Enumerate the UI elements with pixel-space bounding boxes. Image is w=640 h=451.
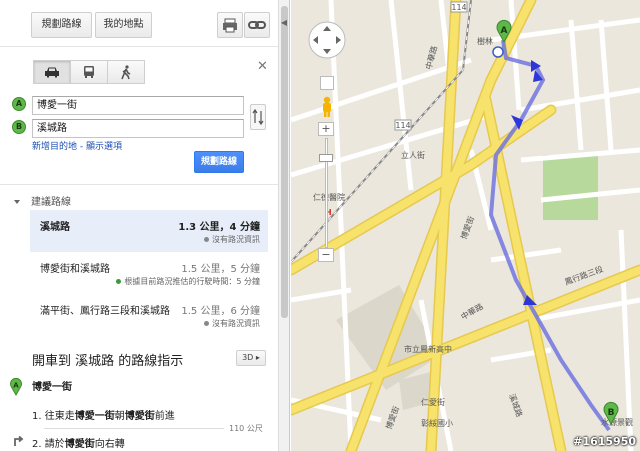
step-suffix: 前進 [154,411,175,422]
map-canvas[interactable]: 114 114 中華路 中華路 博愛街 博愛街 鳳行路三段 溪城路 立人街 仁德… [291,0,640,451]
route-note: 沒有路況資訊 [204,234,260,245]
direction-step[interactable]: 2. 請於博愛街向右轉 [32,435,125,450]
traffic-dot-icon [204,321,209,326]
map-label: 114 [451,3,466,12]
car-icon [45,67,59,78]
route-stats: 1.5 公里，5 分鐘 [181,264,260,275]
suggested-routes-heading[interactable]: 建議路線 [14,193,71,208]
park-area [543,155,598,220]
link-separator: - [77,142,86,152]
link-button[interactable] [244,12,270,38]
route-note: 根據目前路況推估的行駛時間：5 分鐘 [116,276,260,287]
map-view[interactable]: 114 114 中華路 中華路 博愛街 博愛街 鳳行路三段 溪城路 立人街 仁德… [291,0,640,451]
step-distance: 110 公尺 [229,424,263,433]
swap-arrows-icon [252,108,264,126]
my-places-button[interactable]: 我的地點 [95,12,152,38]
route-option[interactable]: 滿平街、鳳行路三段和溪城路 1.5 公里，6 分鐘 沒有路況資訊 [30,294,268,336]
map-label: 114 [395,121,410,130]
svg-text:B: B [608,408,615,418]
directions-panel: 規劃路線 我的地點 ✕ A 博愛一街 B 溪城路 新增目的地 - 顯示選項 規劃… [0,0,278,451]
step-road: 博愛街 [64,439,95,450]
svg-text:A: A [501,26,508,36]
route-name: 溪城路 [40,222,70,233]
map-label: 仁愛街 [421,397,445,407]
mode-driving[interactable] [33,60,71,84]
bus-icon [84,66,94,78]
link-icon [248,21,266,29]
route-note-text: 沒有路況資訊 [212,319,260,328]
start-location: 博愛一街 [32,382,72,393]
route-name: 滿平街、鳳行路三段和溪城路 [40,306,170,317]
train-station-icon [492,46,504,58]
route-note-text: 根據目前路況推估的行駛時間：5 分鐘 [124,277,260,286]
traffic-dot-icon [116,279,122,284]
map-label: 樹林 [477,36,493,46]
pegman-icon[interactable] [319,96,335,118]
svg-text:A: A [13,382,19,390]
get-directions-button[interactable]: 規劃路線 [31,12,92,38]
collapse-panel-icon[interactable]: ◀ [278,18,290,27]
traffic-dot-icon [204,237,209,242]
swap-button[interactable] [250,104,266,130]
step-suffix: 向右轉 [94,439,125,450]
divider [0,46,278,47]
map-label: 仁德醫院 [313,192,345,202]
marker-a-icon: A [12,97,26,111]
view-3d-button[interactable]: 3D ▸ [236,350,266,366]
watermark: #1615950 [573,435,636,448]
route-note: 沒有路況資訊 [204,318,260,329]
collapse-triangle-icon [14,200,20,204]
step-mid: 朝 [114,411,125,422]
travel-mode-selector [33,60,145,84]
step-prefix: 1. 往東走 [32,411,75,422]
map-label: 水源景觀 [601,417,633,427]
marker-b-icon: B [12,120,26,134]
print-button[interactable] [217,12,243,38]
turn-right-icon [14,435,24,446]
print-icon [223,18,237,33]
route-option[interactable]: 溪城路 1.3 公里，4 分鐘 沒有路況資訊 [30,210,268,252]
distance-rule [44,428,224,429]
start-pin-icon: A [10,378,22,396]
pan-control[interactable] [307,20,347,60]
origin-input[interactable]: 博愛一街 [32,96,244,115]
show-options-link[interactable]: 顯示選項 [86,142,122,152]
map-label: 彰綏國小 [421,418,453,428]
panel-scrollbar[interactable] [278,0,290,451]
zoom-in-button[interactable]: + [318,122,334,136]
zoom-slider-handle[interactable] [319,154,333,162]
form-links: 新增目的地 - 顯示選項 [32,139,122,152]
route-option[interactable]: 博愛街和溪城路 1.5 公里，5 分鐘 根據目前路況推估的行駛時間：5 分鐘 [30,252,268,294]
route-name: 博愛街和溪城路 [40,264,110,275]
destination-input[interactable]: 溪城路 [32,119,244,138]
divider [0,184,278,185]
mode-transit[interactable] [70,60,108,84]
suggested-routes-label: 建議路線 [31,197,71,208]
walking-icon [121,64,131,79]
map-label: 市立鳳新高中 [404,344,452,354]
route-note-text: 沒有路況資訊 [212,235,260,244]
mode-walking[interactable] [107,60,145,84]
scrollbar-thumb[interactable] [281,6,288,318]
direction-step[interactable]: 1. 往東走博愛一街朝博愛街前進 [32,407,175,422]
close-icon[interactable]: ✕ [257,59,268,74]
route-stats: 1.5 公里，6 分鐘 [181,306,260,317]
directions-title: 開車到 溪城路 的路線指示 [32,354,184,369]
step-prefix: 2. 請於 [32,439,65,450]
zoom-out-button[interactable]: − [318,248,334,262]
step-road: 博愛一街 [74,411,115,422]
map-label: 立人街 [401,150,425,160]
route-stats: 1.3 公里，4 分鐘 [178,222,260,233]
step-target: 博愛街 [124,411,155,422]
submit-route-button[interactable]: 規劃路線 [194,151,244,173]
circle-icon[interactable] [320,76,334,90]
add-destination-link[interactable]: 新增目的地 [32,142,77,152]
